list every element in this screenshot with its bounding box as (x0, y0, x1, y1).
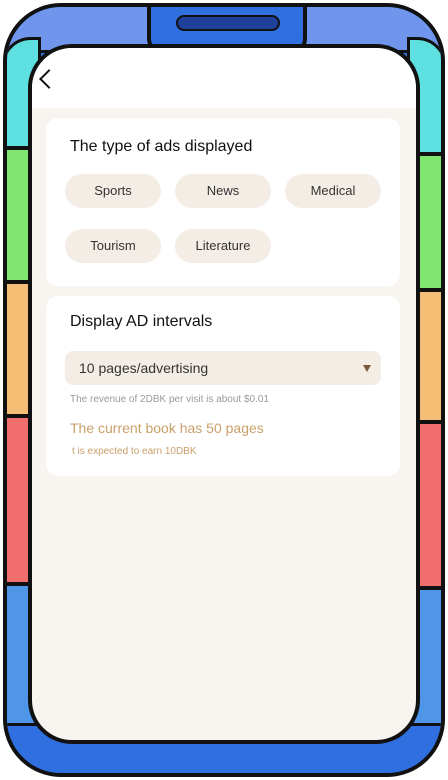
tag-literature[interactable]: Literature (175, 229, 271, 263)
top-nav (32, 48, 416, 108)
app-screen: The type of ads displayed Sports News Me… (28, 44, 420, 744)
tag-tourism[interactable]: Tourism (65, 229, 161, 263)
speaker-icon (176, 15, 280, 31)
ad-interval-card: Display AD intervals 10 pages/advertisin… (46, 296, 400, 476)
ads-type-card: The type of ads displayed Sports News Me… (46, 118, 400, 286)
tag-sports[interactable]: Sports (65, 174, 161, 208)
ads-type-title: The type of ads displayed (70, 138, 253, 155)
caret-down-icon (363, 365, 371, 372)
back-arrow-icon[interactable] (39, 69, 59, 89)
revenue-note: The revenue of 2DBK per visit is about $… (70, 394, 270, 405)
interval-select[interactable]: 10 pages/advertising (65, 351, 381, 385)
tag-news[interactable]: News (175, 174, 271, 208)
expected-earn: t is expected to earn 10DBK (72, 446, 197, 457)
current-book-pages: The current book has 50 pages (70, 420, 264, 436)
ad-interval-title: Display AD intervals (70, 313, 213, 330)
interval-select-value: 10 pages/advertising (79, 360, 209, 376)
tag-medical[interactable]: Medical (285, 174, 381, 208)
